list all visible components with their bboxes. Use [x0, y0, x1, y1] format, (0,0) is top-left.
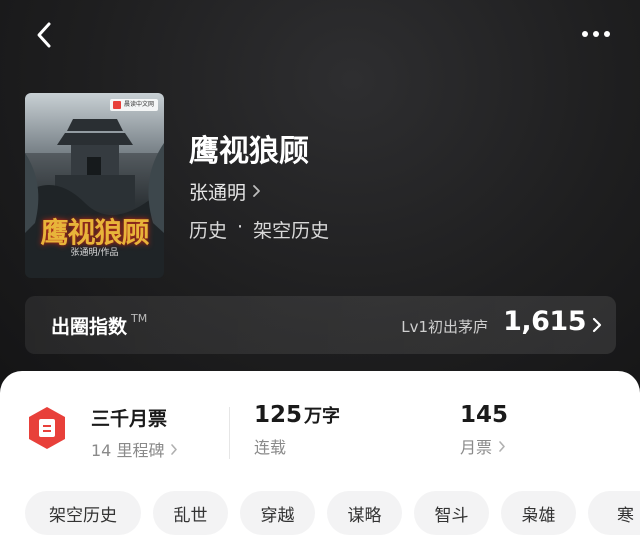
monthly-votes-stat[interactable]: 145 月票: [460, 402, 508, 458]
chevron-right-icon: [253, 185, 260, 197]
popularity-index-label: 出圈指数 TM: [51, 312, 147, 339]
monthly-votes-label: 月票: [460, 438, 493, 457]
genre-sub: 架空历史: [253, 220, 330, 242]
chevron-right-icon: [499, 440, 505, 452]
stats-divider: [229, 407, 230, 459]
more-button[interactable]: [576, 18, 616, 50]
monthly-votes-link[interactable]: 月票: [460, 434, 508, 458]
word-count-stat: 125 万字 连载: [254, 402, 340, 458]
tag-chip[interactable]: 智斗: [414, 491, 489, 535]
cover-publisher-badge: 晨读中文网: [109, 99, 158, 111]
tag-chip[interactable]: 枭雄: [501, 491, 576, 535]
chevron-right-icon: [592, 317, 602, 333]
monthly-votes-value: 145: [460, 402, 509, 428]
author-name: 张通明: [189, 181, 247, 204]
popularity-value: 1,615: [503, 306, 586, 337]
more-dots-icon: [582, 31, 610, 37]
popularity-index-bar[interactable]: 出圈指数 TM Lv1初出茅庐 1,615: [25, 296, 616, 354]
serial-status: 连载: [254, 438, 287, 457]
book-title: 鹰视狼顾: [189, 134, 309, 169]
popularity-index-text: 出圈指数: [51, 316, 128, 338]
cover-author: 张通明/作品: [70, 248, 119, 258]
word-count-unit: 万字: [304, 406, 341, 427]
back-button[interactable]: [28, 18, 60, 52]
tag-list: 架空历史 乱世 穿越 谋略 智斗 枭雄 寒: [25, 491, 640, 535]
genre-main: 历史: [189, 220, 228, 242]
book-cover[interactable]: 晨读中文网 鹰视狼顾 张通明/作品: [25, 93, 164, 278]
author-link[interactable]: 张通明: [189, 178, 261, 204]
tag-chip[interactable]: 架空历史: [25, 491, 141, 535]
book-info-sheet: 三千月票 14 里程碑 125 万字 连载 145 月票 架空历史 乱世 穿越 谋…: [0, 371, 640, 558]
word-count-value: 125: [254, 402, 303, 428]
chevron-right-icon: [171, 443, 178, 455]
milestone-count: 14 里程碑: [91, 441, 165, 460]
monthly-ticket-icon: [29, 407, 65, 449]
genre-separator: ·: [237, 216, 244, 238]
chevron-left-icon: [37, 22, 51, 48]
tag-chip[interactable]: 穿越: [240, 491, 315, 535]
popularity-level: Lv1初出茅庐: [401, 318, 488, 336]
tag-chip[interactable]: 谋略: [327, 491, 402, 535]
trademark-mark: TM: [131, 312, 148, 325]
milestone-link[interactable]: 14 里程碑: [91, 437, 178, 461]
tag-chip[interactable]: 寒: [588, 491, 640, 535]
genre-line: 历史 · 架空历史: [189, 216, 329, 243]
tag-chip[interactable]: 乱世: [153, 491, 228, 535]
ticket-milestone-title: 三千月票: [91, 408, 168, 430]
